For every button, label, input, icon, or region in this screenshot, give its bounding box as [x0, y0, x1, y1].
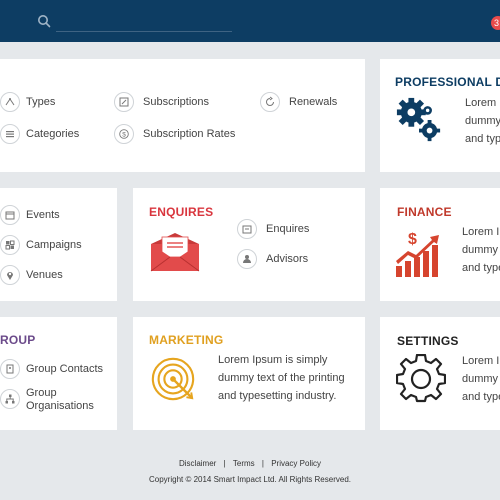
svg-text:$: $	[408, 231, 417, 248]
search-input[interactable]	[56, 12, 232, 32]
location-icon	[0, 265, 20, 285]
contacts-icon	[0, 359, 20, 379]
disclaimer-link[interactable]: Disclaimer	[179, 459, 216, 468]
card-title: PROFESSIONAL DEV	[395, 75, 500, 89]
subscriptions-icon	[114, 92, 134, 112]
gears-icon	[396, 97, 441, 142]
subscriptions-link[interactable]: Subscriptions	[143, 96, 209, 108]
renewals-icon	[260, 92, 280, 112]
card-title: ENQUIRES	[149, 205, 214, 219]
card-title: MARKETING	[149, 333, 224, 347]
card-description: Lorem dummy and typ	[465, 97, 500, 145]
campaigns-link[interactable]: Campaigns	[26, 239, 82, 251]
advisors-icon	[237, 249, 257, 269]
professional-dev-card[interactable]: PROFESSIONAL DEV Lorem dummy and typ	[380, 59, 500, 172]
settings-card[interactable]: SETTINGS Lorem Ip dummy and type	[380, 317, 500, 430]
notification-badge[interactable]: 3	[491, 16, 500, 30]
advisors-link[interactable]: Advisors	[266, 253, 308, 265]
footer-links: Disclaimer | Terms | Privacy Policy	[0, 459, 500, 468]
card-description: Lorem Ip dummy and type	[462, 355, 500, 403]
group-contacts-link[interactable]: Group Contacts	[26, 363, 103, 375]
card-title: SETTINGS	[397, 334, 459, 348]
card-description: Lorem Ipsum is simply dummy text of the …	[218, 354, 345, 402]
separator: |	[223, 459, 226, 468]
types-link[interactable]: Types	[26, 96, 55, 108]
enquiries-icon	[237, 219, 257, 239]
svg-text:$: $	[122, 131, 126, 138]
finance-chart-icon: $	[396, 231, 439, 277]
privacy-policy-link[interactable]: Privacy Policy	[271, 459, 321, 468]
organisations-icon	[0, 389, 20, 409]
envelope-icon	[150, 233, 200, 272]
card-title: FINANCE	[397, 205, 452, 219]
card-description: Lorem Ip dummy and type	[462, 226, 500, 274]
group-organisations-link[interactable]: Group Organisations	[26, 387, 106, 413]
renewals-link[interactable]: Renewals	[289, 96, 337, 108]
search-icon[interactable]	[37, 14, 51, 28]
enquires-link[interactable]: Enquires	[266, 223, 309, 235]
events-link[interactable]: Events	[26, 209, 60, 221]
events-card: Events Campaigns Venues	[0, 188, 117, 301]
marketing-card[interactable]: MARKETING Lorem Ipsum is simply dummy te…	[133, 317, 365, 430]
categories-link[interactable]: Categories	[26, 128, 79, 140]
enquires-card: ENQUIRES Enquires Advisors	[133, 188, 365, 301]
group-card: ROUP Group Contacts Group Organisations	[0, 317, 117, 430]
copyright-text: Copyright © 2014 Smart Impact Ltd. All R…	[149, 475, 351, 484]
venues-link[interactable]: Venues	[26, 269, 63, 281]
separator: |	[261, 459, 264, 468]
top-bar: 3	[0, 0, 500, 42]
types-icon	[0, 92, 20, 112]
campaigns-icon	[0, 235, 20, 255]
dollar-icon: $	[114, 124, 134, 144]
calendar-icon	[0, 205, 20, 225]
subscription-rates-link[interactable]: Subscription Rates	[143, 128, 235, 140]
terms-link[interactable]: Terms	[233, 459, 255, 468]
finance-card[interactable]: FINANCE $ Lorem Ip dummy and type	[380, 188, 500, 301]
target-icon	[151, 357, 195, 401]
subscriptions-card: Types Categories Subscriptions $ Subscri…	[0, 59, 365, 172]
gear-icon	[396, 354, 446, 403]
categories-icon	[0, 124, 20, 144]
card-title: ROUP	[0, 333, 36, 347]
